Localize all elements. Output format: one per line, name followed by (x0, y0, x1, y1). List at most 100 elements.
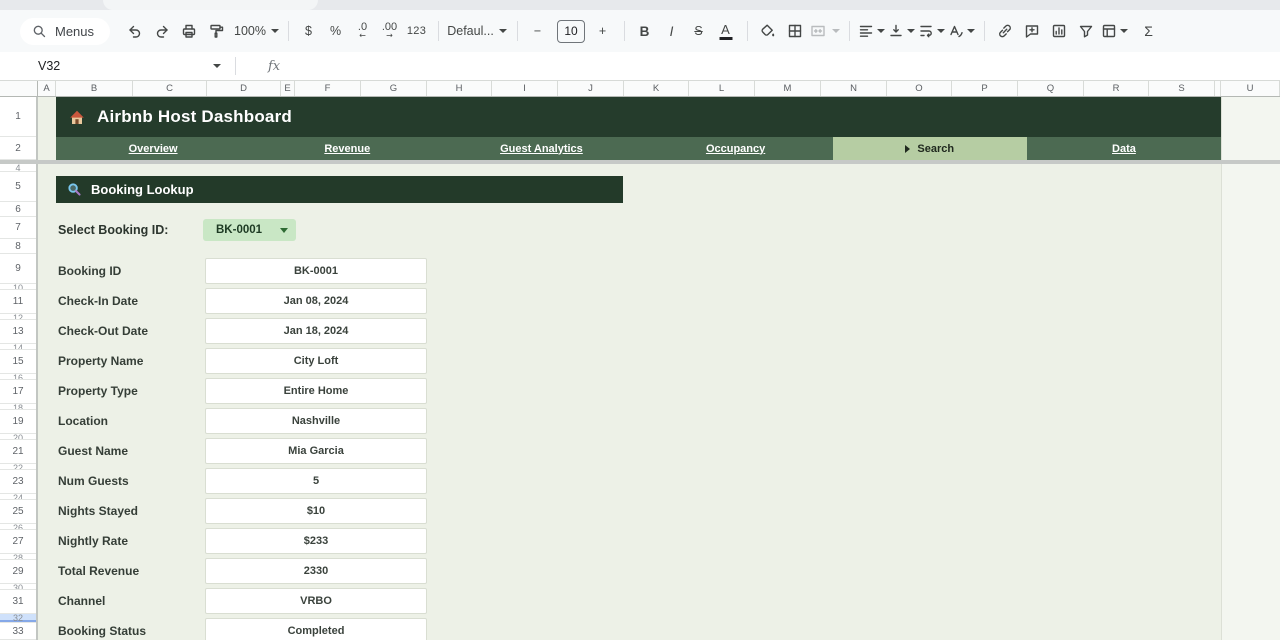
row-header-15[interactable]: 15 (0, 350, 36, 374)
text-rotation-button[interactable] (947, 18, 975, 44)
column-header-S[interactable]: S (1149, 81, 1215, 96)
row-header-31[interactable]: 31 (0, 590, 36, 614)
filter-button[interactable] (1073, 18, 1098, 44)
row-header-13[interactable]: 13 (0, 320, 36, 344)
insert-link-button[interactable] (992, 18, 1017, 44)
field-value[interactable]: Jan 08, 2024 (205, 288, 427, 314)
text-color-button[interactable]: A (713, 18, 738, 44)
percent-format-button[interactable]: % (323, 18, 348, 44)
insert-comment-button[interactable] (1019, 18, 1044, 44)
field-value[interactable]: $233 (205, 528, 427, 554)
field-value[interactable]: Jan 18, 2024 (205, 318, 427, 344)
nav-tab-revenue[interactable]: Revenue (250, 137, 444, 160)
row-header-32[interactable]: 32 (0, 614, 36, 623)
column-header-U[interactable]: U (1221, 81, 1280, 96)
row-header-27[interactable]: 27 (0, 530, 36, 554)
nav-tab-occupancy[interactable]: Occupancy (639, 137, 833, 160)
font-selector[interactable]: Defaul... (446, 18, 508, 44)
field-value[interactable]: BK-0001 (205, 258, 427, 284)
field-value[interactable]: Entire Home (205, 378, 427, 404)
row-header-33[interactable]: 33 (0, 623, 36, 640)
column-header-L[interactable]: L (689, 81, 755, 96)
increase-decimal-button[interactable]: .00→ (377, 18, 402, 44)
column-header-P[interactable]: P (952, 81, 1018, 96)
column-header-F[interactable]: F (295, 81, 361, 96)
column-header-C[interactable]: C (133, 81, 207, 96)
increase-font-size-button[interactable]: + (590, 18, 615, 44)
row-header-1[interactable]: 1 (0, 97, 36, 137)
table-button[interactable] (1100, 18, 1128, 44)
print-button[interactable] (176, 18, 201, 44)
nav-tab-guest-analytics[interactable]: Guest Analytics (444, 137, 638, 160)
row-header-21[interactable]: 21 (0, 440, 36, 464)
field-value[interactable]: $10 (205, 498, 427, 524)
currency-format-button[interactable]: $ (296, 18, 321, 44)
row-header-5[interactable]: 5 (0, 172, 36, 202)
column-header-B[interactable]: B (56, 81, 133, 96)
number-format-button[interactable]: 123 (404, 18, 429, 44)
strikethrough-button[interactable]: S (686, 18, 711, 44)
vertical-align-button[interactable] (887, 18, 915, 44)
row-header-2[interactable]: 2 (0, 137, 36, 160)
field-value[interactable]: VRBO (205, 588, 427, 614)
select-all-corner[interactable] (0, 81, 38, 97)
fill-color-button[interactable] (755, 18, 780, 44)
merge-cells-button[interactable] (809, 18, 840, 44)
cell-name-box[interactable]: V32 (0, 59, 235, 73)
column-header-M[interactable]: M (755, 81, 821, 96)
decrease-font-size-button[interactable]: − (525, 18, 550, 44)
field-value[interactable]: 5 (205, 468, 427, 494)
borders-button[interactable] (782, 18, 807, 44)
row-header-9[interactable]: 9 (0, 254, 36, 284)
column-header-K[interactable]: K (624, 81, 689, 96)
column-header-N[interactable]: N (821, 81, 887, 96)
booking-id-dropdown[interactable]: BK-0001 (203, 219, 296, 241)
zoom-value: 100% (234, 24, 266, 38)
row-header-25[interactable]: 25 (0, 500, 36, 524)
row-header-17[interactable]: 17 (0, 380, 36, 404)
field-value[interactable]: City Loft (205, 348, 427, 374)
column-header-Q[interactable]: Q (1018, 81, 1084, 96)
undo-button[interactable] (122, 18, 147, 44)
nav-tab-data[interactable]: Data (1027, 137, 1221, 160)
nav-tab-search[interactable]: Search (833, 137, 1027, 160)
row-header-11[interactable]: 11 (0, 290, 36, 314)
bold-button[interactable]: B (632, 18, 657, 44)
row-header-19[interactable]: 19 (0, 410, 36, 434)
italic-button[interactable]: I (659, 18, 684, 44)
font-size-input[interactable]: 10 (557, 20, 585, 43)
column-header-D[interactable]: D (207, 81, 281, 96)
column-header-E[interactable]: E (281, 81, 295, 96)
row-header-29[interactable]: 29 (0, 560, 36, 584)
field-value[interactable]: Nashville (205, 408, 427, 434)
column-header-O[interactable]: O (887, 81, 952, 96)
column-header-I[interactable]: I (492, 81, 558, 96)
text-wrap-button[interactable] (917, 18, 945, 44)
frozen-rows-divider[interactable] (0, 160, 1280, 164)
redo-button[interactable] (149, 18, 174, 44)
filter-icon (1077, 22, 1095, 40)
zoom-control[interactable]: 100% (234, 18, 279, 44)
insert-chart-button[interactable] (1046, 18, 1071, 44)
row-header-4[interactable]: 4 (0, 164, 36, 172)
column-header-J[interactable]: J (558, 81, 624, 96)
row-header-7[interactable]: 7 (0, 217, 36, 239)
functions-button[interactable]: Σ (1136, 18, 1161, 44)
paint-format-button[interactable] (203, 18, 228, 44)
row-header-8[interactable]: 8 (0, 239, 36, 254)
field-value[interactable]: Mia Garcia (205, 438, 427, 464)
row-header-23[interactable]: 23 (0, 470, 36, 494)
field-label: Check-In Date (58, 286, 138, 316)
menus-search-pill[interactable]: Menus (20, 18, 110, 45)
field-value[interactable]: Completed (205, 618, 427, 640)
column-header-R[interactable]: R (1084, 81, 1149, 96)
decrease-decimal-button[interactable]: .0← (350, 18, 375, 44)
column-header-A[interactable]: A (38, 81, 56, 96)
nav-tab-overview[interactable]: Overview (56, 137, 250, 160)
column-header-G[interactable]: G (361, 81, 427, 96)
row-header-6[interactable]: 6 (0, 202, 36, 217)
field-value[interactable]: 2330 (205, 558, 427, 584)
horizontal-align-button[interactable] (857, 18, 885, 44)
column-header-H[interactable]: H (427, 81, 492, 96)
sheet-grid[interactable]: Airbnb Host Dashboard OverviewRevenueGue… (38, 97, 1280, 640)
